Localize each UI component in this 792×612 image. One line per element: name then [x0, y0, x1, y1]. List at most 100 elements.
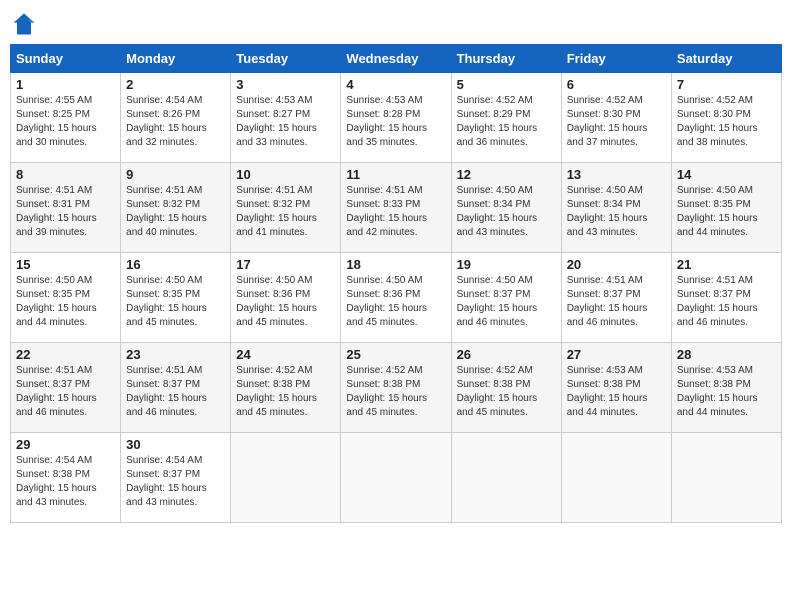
day-number: 3 [236, 77, 335, 92]
day-info: Sunrise: 4:51 AM Sunset: 8:32 PM Dayligh… [236, 184, 335, 240]
weekday-header: Monday [121, 45, 231, 73]
calendar-day-cell: 10 Sunrise: 4:51 AM Sunset: 8:32 PM Dayli… [231, 163, 341, 253]
day-info: Sunrise: 4:53 AM Sunset: 8:27 PM Dayligh… [236, 94, 335, 150]
day-number: 23 [126, 347, 225, 362]
day-number: 25 [346, 347, 445, 362]
calendar-day-cell: 14 Sunrise: 4:50 AM Sunset: 8:35 PM Dayli… [671, 163, 781, 253]
day-number: 11 [346, 167, 445, 182]
day-number: 15 [16, 257, 115, 272]
day-number: 24 [236, 347, 335, 362]
day-number: 18 [346, 257, 445, 272]
day-info: Sunrise: 4:52 AM Sunset: 8:29 PM Dayligh… [457, 94, 556, 150]
day-info: Sunrise: 4:50 AM Sunset: 8:35 PM Dayligh… [126, 274, 225, 330]
day-info: Sunrise: 4:50 AM Sunset: 8:35 PM Dayligh… [677, 184, 776, 240]
calendar-header-row: SundayMondayTuesdayWednesdayThursdayFrid… [11, 45, 782, 73]
calendar-day-cell: 19 Sunrise: 4:50 AM Sunset: 8:37 PM Dayli… [451, 253, 561, 343]
day-info: Sunrise: 4:52 AM Sunset: 8:38 PM Dayligh… [346, 364, 445, 420]
day-number: 13 [567, 167, 666, 182]
day-info: Sunrise: 4:50 AM Sunset: 8:37 PM Dayligh… [457, 274, 556, 330]
logo-icon [10, 10, 38, 38]
calendar-day-cell: 24 Sunrise: 4:52 AM Sunset: 8:38 PM Dayli… [231, 343, 341, 433]
calendar-day-cell: 20 Sunrise: 4:51 AM Sunset: 8:37 PM Dayli… [561, 253, 671, 343]
day-info: Sunrise: 4:54 AM Sunset: 8:37 PM Dayligh… [126, 454, 225, 510]
calendar-day-cell: 9Sunrise: 4:51 AM Sunset: 8:32 PM Daylig… [121, 163, 231, 253]
calendar-day-cell: 25 Sunrise: 4:52 AM Sunset: 8:38 PM Dayli… [341, 343, 451, 433]
day-info: Sunrise: 4:50 AM Sunset: 8:36 PM Dayligh… [346, 274, 445, 330]
day-number: 8 [16, 167, 115, 182]
day-number: 27 [567, 347, 666, 362]
weekday-header: Wednesday [341, 45, 451, 73]
calendar-day-cell [341, 433, 451, 523]
day-info: Sunrise: 4:53 AM Sunset: 8:38 PM Dayligh… [567, 364, 666, 420]
day-info: Sunrise: 4:51 AM Sunset: 8:37 PM Dayligh… [677, 274, 776, 330]
calendar-day-cell: 27 Sunrise: 4:53 AM Sunset: 8:38 PM Dayli… [561, 343, 671, 433]
weekday-header: Saturday [671, 45, 781, 73]
day-info: Sunrise: 4:52 AM Sunset: 8:38 PM Dayligh… [236, 364, 335, 420]
logo [10, 10, 42, 38]
calendar-week-row: 8 Sunrise: 4:51 AM Sunset: 8:31 PM Daylig… [11, 163, 782, 253]
day-number: 22 [16, 347, 115, 362]
calendar-day-cell: 28Sunrise: 4:53 AM Sunset: 8:38 PM Dayli… [671, 343, 781, 433]
calendar-day-cell: 23 Sunrise: 4:51 AM Sunset: 8:37 PM Dayli… [121, 343, 231, 433]
calendar-day-cell: 13 Sunrise: 4:50 AM Sunset: 8:34 PM Dayli… [561, 163, 671, 253]
day-info: Sunrise: 4:51 AM Sunset: 8:37 PM Dayligh… [16, 364, 115, 420]
header [10, 10, 782, 38]
day-number: 14 [677, 167, 776, 182]
calendar-day-cell: 8 Sunrise: 4:51 AM Sunset: 8:31 PM Daylig… [11, 163, 121, 253]
day-number: 12 [457, 167, 556, 182]
day-info: Sunrise: 4:50 AM Sunset: 8:34 PM Dayligh… [567, 184, 666, 240]
calendar-day-cell: 7Sunrise: 4:52 AM Sunset: 8:30 PM Daylig… [671, 73, 781, 163]
calendar-day-cell: 2 Sunrise: 4:54 AM Sunset: 8:26 PM Daylig… [121, 73, 231, 163]
day-info: Sunrise: 4:53 AM Sunset: 8:28 PM Dayligh… [346, 94, 445, 150]
calendar-day-cell: 26 Sunrise: 4:52 AM Sunset: 8:38 PM Dayli… [451, 343, 561, 433]
weekday-header: Tuesday [231, 45, 341, 73]
day-number: 1 [16, 77, 115, 92]
calendar-body: 1Sunrise: 4:55 AM Sunset: 8:25 PM Daylig… [11, 73, 782, 523]
calendar-day-cell: 11 Sunrise: 4:51 AM Sunset: 8:33 PM Dayli… [341, 163, 451, 253]
day-info: Sunrise: 4:51 AM Sunset: 8:37 PM Dayligh… [567, 274, 666, 330]
day-number: 29 [16, 437, 115, 452]
day-number: 26 [457, 347, 556, 362]
day-info: Sunrise: 4:51 AM Sunset: 8:33 PM Dayligh… [346, 184, 445, 240]
calendar-day-cell: 21 Sunrise: 4:51 AM Sunset: 8:37 PM Dayli… [671, 253, 781, 343]
day-number: 17 [236, 257, 335, 272]
calendar-day-cell [561, 433, 671, 523]
calendar-day-cell: 30 Sunrise: 4:54 AM Sunset: 8:37 PM Dayli… [121, 433, 231, 523]
day-number: 20 [567, 257, 666, 272]
calendar-day-cell [451, 433, 561, 523]
day-info: Sunrise: 4:50 AM Sunset: 8:35 PM Dayligh… [16, 274, 115, 330]
calendar-day-cell: 22 Sunrise: 4:51 AM Sunset: 8:37 PM Dayli… [11, 343, 121, 433]
day-info: Sunrise: 4:51 AM Sunset: 8:37 PM Dayligh… [126, 364, 225, 420]
weekday-header: Friday [561, 45, 671, 73]
calendar-day-cell: 17 Sunrise: 4:50 AM Sunset: 8:36 PM Dayli… [231, 253, 341, 343]
calendar-week-row: 29 Sunrise: 4:54 AM Sunset: 8:38 PM Dayli… [11, 433, 782, 523]
day-number: 30 [126, 437, 225, 452]
day-number: 10 [236, 167, 335, 182]
day-info: Sunrise: 4:51 AM Sunset: 8:31 PM Dayligh… [16, 184, 115, 240]
calendar-day-cell [231, 433, 341, 523]
day-info: Sunrise: 4:52 AM Sunset: 8:38 PM Dayligh… [457, 364, 556, 420]
calendar-day-cell: 16 Sunrise: 4:50 AM Sunset: 8:35 PM Dayli… [121, 253, 231, 343]
calendar-day-cell [671, 433, 781, 523]
day-info: Sunrise: 4:54 AM Sunset: 8:26 PM Dayligh… [126, 94, 225, 150]
calendar-week-row: 15 Sunrise: 4:50 AM Sunset: 8:35 PM Dayli… [11, 253, 782, 343]
weekday-header: Sunday [11, 45, 121, 73]
calendar-day-cell: 6Sunrise: 4:52 AM Sunset: 8:30 PM Daylig… [561, 73, 671, 163]
calendar-table: SundayMondayTuesdayWednesdayThursdayFrid… [10, 44, 782, 523]
day-number: 21 [677, 257, 776, 272]
day-info: Sunrise: 4:54 AM Sunset: 8:38 PM Dayligh… [16, 454, 115, 510]
day-info: Sunrise: 4:50 AM Sunset: 8:36 PM Dayligh… [236, 274, 335, 330]
calendar-week-row: 1Sunrise: 4:55 AM Sunset: 8:25 PM Daylig… [11, 73, 782, 163]
calendar-day-cell: 5Sunrise: 4:52 AM Sunset: 8:29 PM Daylig… [451, 73, 561, 163]
day-number: 19 [457, 257, 556, 272]
calendar-day-cell: 3 Sunrise: 4:53 AM Sunset: 8:27 PM Daylig… [231, 73, 341, 163]
calendar-day-cell: 18 Sunrise: 4:50 AM Sunset: 8:36 PM Dayli… [341, 253, 451, 343]
day-info: Sunrise: 4:53 AM Sunset: 8:38 PM Dayligh… [677, 364, 776, 420]
calendar-day-cell: 15 Sunrise: 4:50 AM Sunset: 8:35 PM Dayli… [11, 253, 121, 343]
day-number: 2 [126, 77, 225, 92]
calendar-day-cell: 29 Sunrise: 4:54 AM Sunset: 8:38 PM Dayli… [11, 433, 121, 523]
day-number: 16 [126, 257, 225, 272]
day-info: Sunrise: 4:52 AM Sunset: 8:30 PM Dayligh… [677, 94, 776, 150]
calendar-week-row: 22 Sunrise: 4:51 AM Sunset: 8:37 PM Dayli… [11, 343, 782, 433]
day-info: Sunrise: 4:52 AM Sunset: 8:30 PM Dayligh… [567, 94, 666, 150]
